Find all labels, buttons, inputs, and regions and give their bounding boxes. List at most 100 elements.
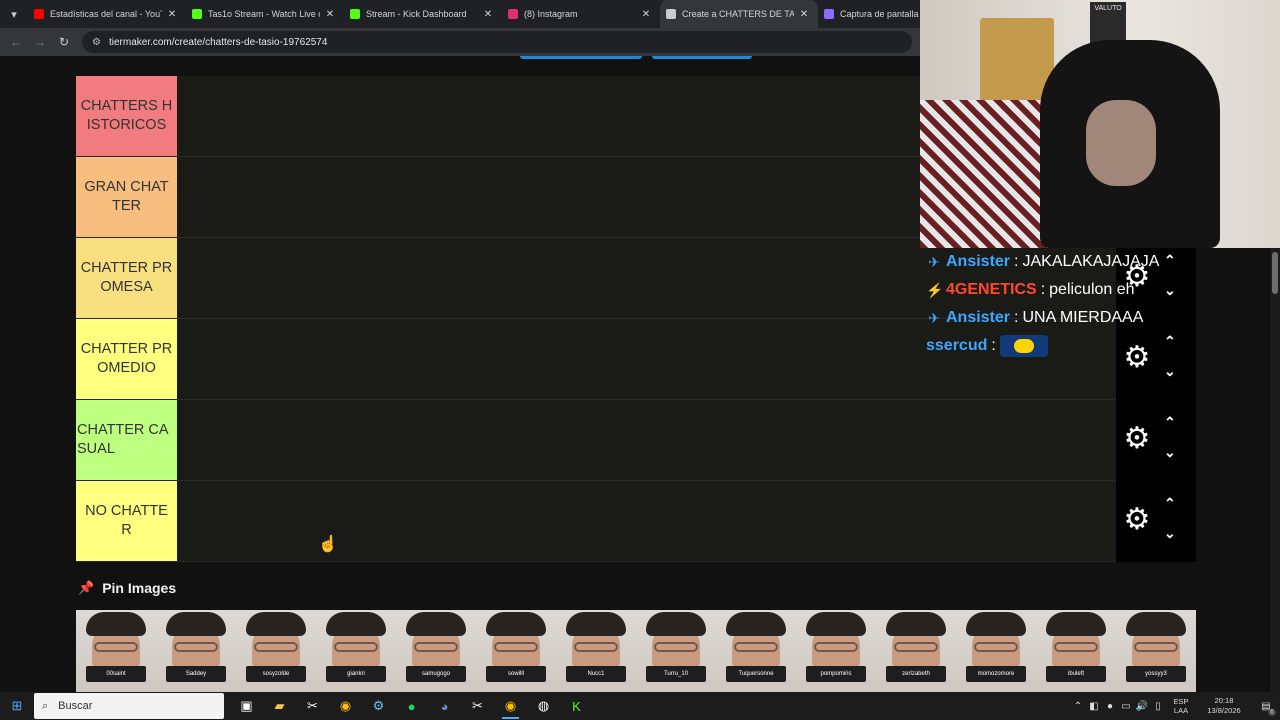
tier-label[interactable]: CHATTER CASUAL (76, 400, 177, 480)
chrome-icon[interactable]: ◉ (494, 692, 527, 720)
close-tab-icon[interactable]: ✕ (324, 9, 336, 20)
close-tab-icon[interactable]: ✕ (166, 9, 178, 20)
notifications-icon[interactable]: ▤ 6 (1252, 692, 1280, 720)
pin-image-card[interactable]: giankri (316, 610, 396, 692)
chevron-up-icon[interactable]: ⌃ (1070, 692, 1086, 720)
pin-image-card[interactable]: ibuleft (1036, 610, 1116, 692)
portrait-glasses (494, 642, 538, 652)
portrait-hair (1046, 612, 1106, 636)
emote-icon (999, 335, 1048, 357)
capcut-icon[interactable]: ✂ (461, 692, 494, 720)
pin-image-card[interactable]: Saddey (156, 610, 236, 692)
portrait-glasses (1134, 642, 1178, 652)
close-tab-icon[interactable]: ✕ (482, 9, 494, 20)
windows-start-icon[interactable]: ⊞ (0, 692, 34, 720)
portrait-hair (166, 612, 226, 636)
webcam-overlay: VALUTO (920, 0, 1280, 248)
keyboard-layout: LAA (1173, 706, 1189, 715)
task-view-icon[interactable]: ▣ (230, 692, 263, 720)
tab-title: Stream - Kick Dashboard (366, 9, 467, 19)
chevron-down-icon[interactable]: ⌄ (1164, 525, 1176, 542)
chevron-up-icon[interactable]: ⌃ (1164, 495, 1176, 512)
chat-username[interactable]: Ansister (946, 309, 1010, 327)
steam-icon[interactable]: ⚙ (362, 692, 395, 720)
pin-image-card[interactable]: sowilll (476, 610, 556, 692)
language-indicator[interactable]: ESP LAA (1166, 697, 1196, 715)
scrollbar-thumb[interactable] (1272, 252, 1278, 294)
top-button-edge[interactable] (652, 56, 752, 59)
portrait-hair (806, 612, 866, 636)
gear-icon[interactable]: ⚙ (1122, 505, 1152, 535)
pin-image-card[interactable]: samugogo (396, 610, 476, 692)
close-tab-icon[interactable]: ✕ (640, 9, 652, 20)
pin-image-card[interactable]: yossyy3 (1116, 610, 1196, 692)
chevron-down-icon[interactable]: ⌄ (1164, 444, 1176, 461)
tab-title: Estadísticas del canal - YouTube (50, 9, 162, 19)
portrait-glasses (734, 642, 778, 652)
pin-image-name: 00saint (86, 666, 146, 682)
gear-icon[interactable]: ⚙ (1122, 424, 1152, 454)
top-button-edge[interactable] (520, 56, 642, 59)
pin-image-card[interactable]: 00saint (76, 610, 156, 692)
display-icon[interactable]: ▭ (1118, 692, 1134, 720)
chevron-down-icon[interactable]: ⌄ (1164, 363, 1176, 380)
pin-image-card[interactable]: Turru_10 (636, 610, 716, 692)
browser-tab[interactable]: Create a CHATTERS DE TASIO Tier List ✕ (660, 0, 818, 28)
tier-label[interactable]: NO CHATTER (76, 481, 177, 561)
portrait-hair (86, 612, 146, 636)
microphone-icon[interactable]: ● (1102, 692, 1118, 720)
tier-drop-zone[interactable] (177, 400, 1116, 480)
tab-favicon-icon (192, 9, 202, 19)
portrait-glasses (174, 642, 218, 652)
tier-label[interactable]: CHATTERS HISTORICOS (76, 76, 177, 156)
clock[interactable]: 20:18 13/8/2026 (1196, 696, 1252, 716)
tier-label[interactable]: CHATTER PROMESA (76, 238, 177, 318)
volume-icon[interactable]: 🔊 (1134, 692, 1150, 720)
notification-count: 6 (1268, 709, 1276, 716)
tier-label[interactable]: GRAN CHATTER (76, 157, 177, 237)
tab-search-button[interactable]: ▾ (0, 0, 28, 28)
tier-controls: ⚙ ⌃ ⌄ (1116, 481, 1196, 562)
browser-tab[interactable]: Tas1o Stream - Watch Live on Kick ✕ (186, 0, 344, 28)
browser-tab[interactable]: Estadísticas del canal - YouTube ✕ (28, 0, 186, 28)
discord-icon[interactable]: ◕ (428, 692, 461, 720)
spotify-icon[interactable]: ● (395, 692, 428, 720)
close-tab-icon[interactable]: ✕ (798, 9, 810, 20)
portrait-hair (886, 612, 946, 636)
pin-image-card[interactable]: pompomiris (796, 610, 876, 692)
chat-username[interactable]: ssercud (926, 337, 987, 355)
reload-button[interactable]: ↻ (52, 30, 76, 54)
forward-button[interactable]: → (28, 30, 52, 54)
pin-image-card[interactable]: Nucc1 (556, 610, 636, 692)
tier-label[interactable]: CHATTER PROMEDIO (76, 319, 177, 399)
url-field[interactable]: ⚙ tiermaker.com/create/chatters-de-tasio… (82, 31, 912, 53)
battery-icon[interactable]: ▯ (1150, 692, 1166, 720)
pin-image-card[interactable]: zerlzabeth (876, 610, 956, 692)
chat-username[interactable]: Ansister (946, 253, 1010, 271)
browser-tab[interactable]: Stream - Kick Dashboard ✕ (344, 0, 502, 28)
clock-time: 20:18 (1214, 696, 1234, 705)
tab-title: (8) Instagram (524, 9, 578, 19)
pin-image-name: Saddey (166, 666, 226, 682)
file-explorer-icon[interactable]: ▰ (263, 692, 296, 720)
portrait-glasses (414, 642, 458, 652)
pin-image-card[interactable]: Tuquersonne (716, 610, 796, 692)
capcut-icon[interactable]: ✂ (296, 692, 329, 720)
portrait-glasses (974, 642, 1018, 652)
search-placeholder: Buscar (58, 700, 93, 712)
browser-tab[interactable]: (8) Instagram ✕ (502, 0, 660, 28)
chevron-up-icon[interactable]: ⌃ (1164, 414, 1176, 431)
page-scrollbar[interactable] (1270, 248, 1280, 692)
chat-text: JAKALAKAJAJAJA (1022, 253, 1160, 270)
pin-image-card[interactable]: sosyzolde (236, 610, 316, 692)
taskbar-search[interactable]: ⌕ Buscar (34, 693, 224, 719)
back-button[interactable]: ← (4, 30, 28, 54)
tray-app-icon[interactable]: ◧ (1086, 692, 1102, 720)
portrait-glasses (654, 642, 698, 652)
obs-icon[interactable]: ◍ (527, 692, 560, 720)
chat-username[interactable]: 4GENETICS (946, 281, 1037, 299)
kick-icon[interactable]: K (560, 692, 593, 720)
pin-image-card[interactable]: momozomore (956, 610, 1036, 692)
site-info-icon[interactable]: ⚙ (92, 37, 101, 48)
chrome-icon[interactable]: ◉ (329, 692, 362, 720)
